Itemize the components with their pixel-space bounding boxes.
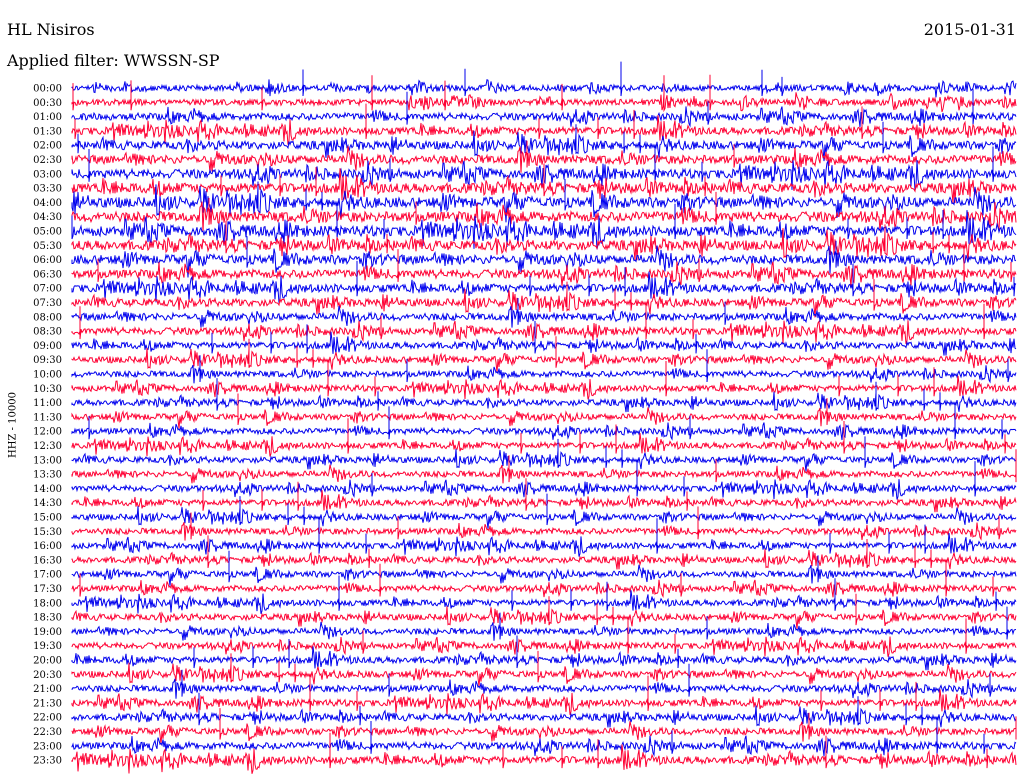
trace-row bbox=[71, 606, 1017, 641]
row-tick-label: 20:00 bbox=[33, 656, 62, 667]
trace-row bbox=[71, 349, 1017, 384]
row-tick-label: 16:30 bbox=[33, 555, 62, 566]
row-tick-label: 15:00 bbox=[33, 513, 62, 524]
row-tick-label: 03:00 bbox=[33, 169, 62, 180]
row-tick-label: 08:30 bbox=[33, 327, 62, 338]
row-tick-label: 11:30 bbox=[33, 412, 62, 423]
row-tick-label: 01:30 bbox=[33, 126, 62, 137]
trace-row bbox=[71, 336, 1017, 373]
row-tick-label: 18:30 bbox=[33, 613, 62, 624]
trace-row bbox=[71, 535, 1017, 570]
row-tick-label: 15:30 bbox=[33, 527, 62, 538]
row-tick-label: 06:00 bbox=[33, 255, 62, 266]
row-tick-label: 19:00 bbox=[33, 627, 62, 638]
trace-row bbox=[71, 493, 1017, 529]
row-tick-label: 04:00 bbox=[33, 198, 62, 209]
row-tick-label: 00:30 bbox=[33, 98, 62, 109]
trace-row bbox=[71, 650, 1017, 688]
row-tick-label: 12:00 bbox=[33, 427, 62, 438]
row-tick-label: 17:00 bbox=[33, 570, 62, 581]
row-tick-label: 09:00 bbox=[33, 341, 62, 352]
trace-row bbox=[71, 478, 1017, 513]
row-tick-label: 11:00 bbox=[33, 398, 62, 409]
tick-label-group: 00:00 00:30 01:00 01:30 02:00 02:30 03:00 03:30… bbox=[33, 84, 62, 767]
trace-row bbox=[71, 320, 1017, 356]
trace-row bbox=[71, 593, 1017, 630]
trace-row bbox=[71, 732, 1017, 774]
seismogram-plot: 00:00 00:30 01:00 01:30 02:00 02:30 03:00 03:30… bbox=[33, 61, 1017, 774]
trace-row bbox=[71, 718, 1017, 757]
row-tick-label: 02:30 bbox=[33, 155, 62, 166]
row-tick-label: 01:00 bbox=[33, 112, 62, 123]
trace-row bbox=[71, 61, 1017, 98]
trace-row bbox=[71, 518, 1017, 557]
trace-row bbox=[71, 561, 1017, 598]
row-tick-label: 10:00 bbox=[33, 370, 62, 381]
row-tick-label: 06:30 bbox=[33, 269, 62, 280]
trace-row bbox=[71, 449, 1017, 484]
row-tick-label: 22:30 bbox=[33, 727, 62, 738]
row-tick-label: 07:00 bbox=[33, 284, 62, 295]
row-tick-label: 13:00 bbox=[33, 455, 62, 466]
row-tick-label: 03:30 bbox=[33, 184, 62, 195]
row-tick-label: 00:00 bbox=[33, 84, 62, 95]
row-tick-label: 20:30 bbox=[33, 670, 62, 681]
row-tick-label: 23:30 bbox=[33, 756, 62, 767]
row-tick-label: 16:00 bbox=[33, 541, 62, 552]
trace-row bbox=[71, 418, 1017, 457]
row-tick-label: 17:30 bbox=[33, 584, 62, 595]
trace-row bbox=[71, 403, 1017, 441]
row-tick-label: 08:00 bbox=[33, 312, 62, 323]
row-tick-label: 07:30 bbox=[33, 298, 62, 309]
trace-row bbox=[71, 618, 1017, 657]
trace-row bbox=[71, 378, 1017, 413]
trace-row bbox=[71, 360, 1017, 400]
row-tick-label: 05:00 bbox=[33, 227, 62, 238]
row-tick-label: 18:00 bbox=[33, 598, 62, 609]
row-tick-label: 14:00 bbox=[33, 484, 62, 495]
trace-group bbox=[71, 61, 1017, 774]
row-tick-label: 05:30 bbox=[33, 241, 62, 252]
trace-row bbox=[71, 74, 1017, 113]
row-tick-label: 09:30 bbox=[33, 355, 62, 366]
row-tick-label: 02:00 bbox=[33, 141, 62, 152]
row-tick-label: 21:00 bbox=[33, 684, 62, 695]
row-tick-label: 12:30 bbox=[33, 441, 62, 452]
row-tick-label: 23:00 bbox=[33, 741, 62, 752]
row-tick-label: 19:30 bbox=[33, 641, 62, 652]
row-tick-label: 21:30 bbox=[33, 698, 62, 709]
trace-row bbox=[71, 506, 1017, 541]
trace-row bbox=[71, 89, 1017, 128]
row-tick-label: 10:30 bbox=[33, 384, 62, 395]
trace-row bbox=[71, 436, 1017, 472]
trace-row bbox=[71, 460, 1017, 500]
trace-row bbox=[71, 692, 1017, 728]
trace-row bbox=[71, 635, 1017, 671]
row-tick-label: 04:30 bbox=[33, 212, 62, 223]
trace-row bbox=[71, 103, 1017, 145]
row-tick-label: 22:00 bbox=[33, 713, 62, 724]
row-tick-label: 13:30 bbox=[33, 470, 62, 481]
row-tick-label: 14:30 bbox=[33, 498, 62, 509]
